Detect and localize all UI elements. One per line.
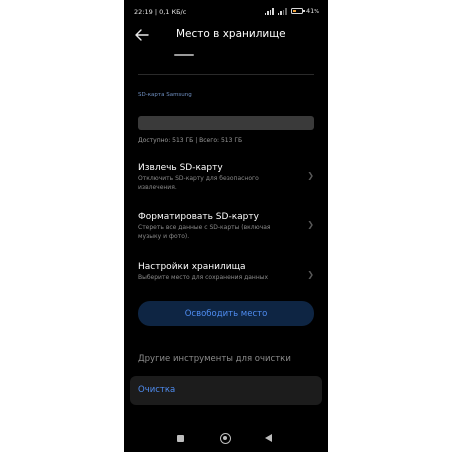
battery-icon: [290, 8, 305, 14]
free-space-button[interactable]: Освободить место: [138, 301, 314, 326]
status-left: 22:19 | 0,1 КБ/с: [134, 8, 186, 16]
triangle-back-icon[interactable]: [265, 434, 272, 442]
navigation-bar: [124, 426, 328, 452]
status-time: 22:19: [134, 8, 153, 16]
back-button[interactable]: [134, 27, 150, 41]
chevron-right-icon: ❯: [307, 270, 314, 279]
circle-icon[interactable]: [220, 433, 231, 444]
signal-icon: [264, 7, 275, 15]
chevron-right-icon: ❯: [307, 171, 314, 180]
battery-fill: [292, 10, 297, 12]
storage-usage-fill: [138, 116, 314, 130]
item-description: Стереть все данные с SD-карты (включая м…: [138, 224, 271, 240]
eject-sd-card-item[interactable]: Извлечь SD-карту Отключить SD-карту для …: [138, 163, 318, 192]
status-speed: 0,1 КБ/с: [159, 8, 187, 16]
scroll-indicator: [174, 54, 194, 56]
app-bar: Место в хранилище: [124, 22, 328, 48]
status-right: 41%: [264, 7, 319, 15]
item-description: Отключить SD-карту для безопасного извле…: [138, 175, 259, 191]
other-tools-heading: Другие инструменты для очистки: [138, 354, 291, 364]
cleanup-label: Очистка: [138, 385, 176, 395]
phone-screen: 22:19 | 0,1 КБ/с 41% Место в хранилище S…: [124, 0, 328, 452]
cleanup-item[interactable]: Очистка: [130, 376, 322, 405]
signal-2-icon: [277, 7, 288, 15]
square-icon[interactable]: [177, 435, 184, 442]
battery-percent: 41%: [305, 7, 319, 15]
item-title: Форматировать SD-карту: [138, 212, 259, 222]
divider: [138, 74, 314, 75]
format-sd-card-item[interactable]: Форматировать SD-карту Стереть все данны…: [138, 212, 318, 241]
storage-info: Доступно: 513 ГБ | Всего: 513 ГБ: [138, 137, 243, 144]
arrow-left-icon: [135, 29, 149, 41]
storage-settings-item[interactable]: Настройки хранилища Выберите место для с…: [138, 262, 318, 283]
status-bar: 22:19 | 0,1 КБ/с 41%: [124, 0, 328, 22]
page-title: Место в хранилище: [176, 28, 286, 40]
sd-card-label: SD-карта Samsung: [138, 92, 192, 98]
storage-usage-bar: [138, 116, 314, 130]
chevron-right-icon: ❯: [307, 220, 314, 229]
item-title: Настройки хранилища: [138, 262, 246, 272]
item-description: Выберите место для сохранения данных: [138, 274, 269, 281]
item-title: Извлечь SD-карту: [138, 163, 223, 173]
